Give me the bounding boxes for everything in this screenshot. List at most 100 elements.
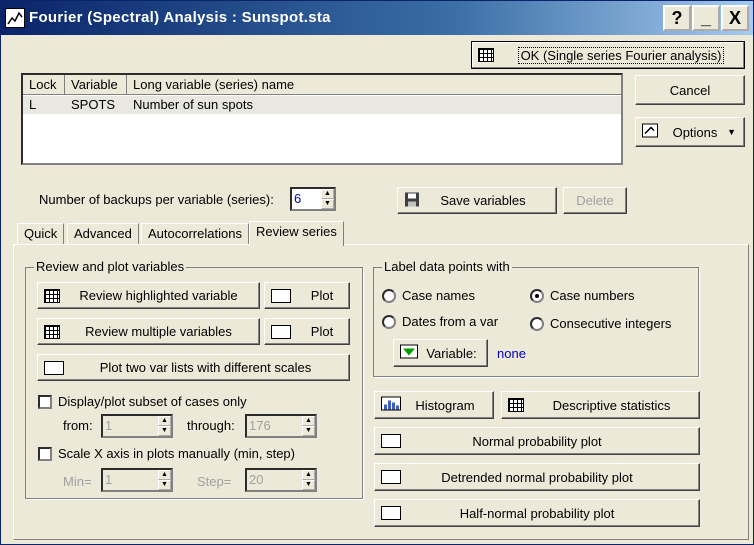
radio-consecutive-integers[interactable] [530,317,544,331]
stepper-down-icon[interactable]: ▼ [158,480,171,490]
descriptive-statistics-button[interactable]: Descriptive statistics [501,391,700,419]
probability-plot-icon [381,434,401,448]
case-names-label: Case names [402,288,475,303]
ok-button-label: OK (Single series Fourier analysis) [517,46,725,64]
help-button[interactable]: ? [663,5,691,31]
review-highlighted-button[interactable]: Review highlighted variable [37,282,260,309]
close-button[interactable]: X [721,5,749,31]
detrended-probability-button[interactable]: Detrended normal probability plot [374,463,700,491]
from-value: 1 [105,418,113,433]
variable-list[interactable]: Lock Variable Long variable (series) nam… [21,73,623,165]
radio-case-numbers[interactable] [530,289,544,303]
from-label: from: [63,418,93,433]
cell-long-name: Number of sun spots [133,97,253,112]
backups-value: 6 [294,191,302,206]
review-multiple-label: Review multiple variables [85,324,232,339]
stepper-up-icon[interactable]: ▲ [302,416,315,426]
variable-button-label: Variable: [426,345,477,361]
histogram-label: Histogram [415,397,475,413]
step-label: Step= [197,474,232,489]
from-stepper[interactable]: 1 ▲ ▼ [101,414,173,438]
review-highlighted-label: Review highlighted variable [79,288,238,303]
tab-review-series[interactable]: Review series [249,221,344,246]
plot-highlighted-label: Plot [310,288,334,303]
step-stepper[interactable]: 20 ▲ ▼ [245,468,317,492]
cancel-button[interactable]: Cancel [635,75,745,105]
line-plot-icon [271,324,291,339]
stepper-up-icon[interactable]: ▲ [321,189,334,199]
minimize-button[interactable]: _ [692,5,720,31]
probability-plot-icon [381,470,401,484]
half-normal-probability-button[interactable]: Half-normal probability plot [374,499,700,527]
radio-dates-from-var[interactable] [382,315,396,329]
stepper-up-icon[interactable]: ▲ [158,416,171,426]
min-value: 1 [105,472,113,487]
through-label: through: [187,418,235,433]
dates-from-var-label: Dates from a var [402,314,499,329]
case-numbers-label: Case numbers [550,288,635,303]
spreadsheet-icon [478,48,494,62]
normal-probability-button[interactable]: Normal probability plot [374,427,700,455]
stepper-down-icon[interactable]: ▼ [302,426,315,436]
radio-case-names[interactable] [382,289,396,303]
table-row[interactable]: L SPOTS Number of sun spots [23,96,621,114]
scale-x-checkbox[interactable] [38,447,52,461]
save-icon [404,191,420,210]
review-multiple-button[interactable]: Review multiple variables [37,318,260,345]
save-variables-button[interactable]: Save variables [397,187,557,214]
column-header-long-name[interactable]: Long variable (series) name [127,75,621,95]
normal-probability-label: Normal probability plot [472,433,602,449]
spreadsheet-icon [508,398,524,412]
cancel-label: Cancel [669,82,711,98]
review-plot-group-title: Review and plot variables [34,259,187,274]
options-label: Options [672,124,718,140]
consecutive-integers-label: Consecutive integers [550,316,672,331]
histogram-icon [381,396,401,414]
plot-multiple-label: Plot [310,324,334,339]
variable-button[interactable]: Variable: [393,339,488,367]
chevron-down-icon: ▼ [727,127,736,137]
stepper-down-icon[interactable]: ▼ [158,426,171,436]
through-value: 176 [249,418,271,433]
line-plot-icon [271,288,291,303]
variable-value: none [497,346,526,361]
subset-label: Display/plot subset of cases only [58,394,247,409]
variable-select-icon [400,344,418,362]
plot-highlighted-button[interactable]: Plot [264,282,350,309]
cell-lock: L [29,97,37,112]
ok-button[interactable]: OK (Single series Fourier analysis) [471,41,745,69]
stepper-down-icon[interactable]: ▼ [302,480,315,490]
options-button[interactable]: Options ▼ [635,117,745,147]
line-plot-icon [44,360,64,375]
tab-advanced[interactable]: Advanced [67,223,139,245]
backups-label: Number of backups per variable (series): [39,192,274,207]
options-icon [642,123,658,141]
backups-stepper[interactable]: 6 ▲ ▼ [290,187,336,211]
stepper-down-icon[interactable]: ▼ [321,199,334,209]
histogram-button[interactable]: Histogram [374,391,494,419]
plot-multiple-button[interactable]: Plot [264,318,350,345]
min-stepper[interactable]: 1 ▲ ▼ [101,468,173,492]
half-normal-probability-label: Half-normal probability plot [459,505,615,521]
tab-autocorrelations[interactable]: Autocorrelations [141,223,249,245]
column-header-variable[interactable]: Variable [65,75,127,95]
descriptive-statistics-label: Descriptive statistics [552,397,671,413]
spreadsheet-icon [44,288,60,303]
scale-x-label: Scale X axis in plots manually (min, ste… [58,446,295,461]
stepper-up-icon[interactable]: ▲ [158,470,171,480]
subset-checkbox[interactable] [38,395,52,409]
cell-variable: SPOTS [71,97,116,112]
through-stepper[interactable]: 176 ▲ ▼ [245,414,317,438]
label-points-group-title: Label data points with [382,259,512,274]
column-header-lock[interactable]: Lock [23,75,65,95]
title-bar[interactable]: Fourier (Spectral) Analysis : Sunspot.st… [1,1,753,35]
save-variables-label: Save variables [440,193,526,208]
stepper-up-icon[interactable]: ▲ [302,470,315,480]
tab-quick[interactable]: Quick [17,223,65,245]
plot-two-lists-label: Plot two var lists with different scales [99,360,312,375]
delete-button[interactable]: Delete [563,187,627,214]
chart-app-icon [5,8,25,28]
probability-plot-icon [381,506,401,520]
step-value: 20 [249,472,264,487]
plot-two-lists-button[interactable]: Plot two var lists with different scales [37,354,350,381]
